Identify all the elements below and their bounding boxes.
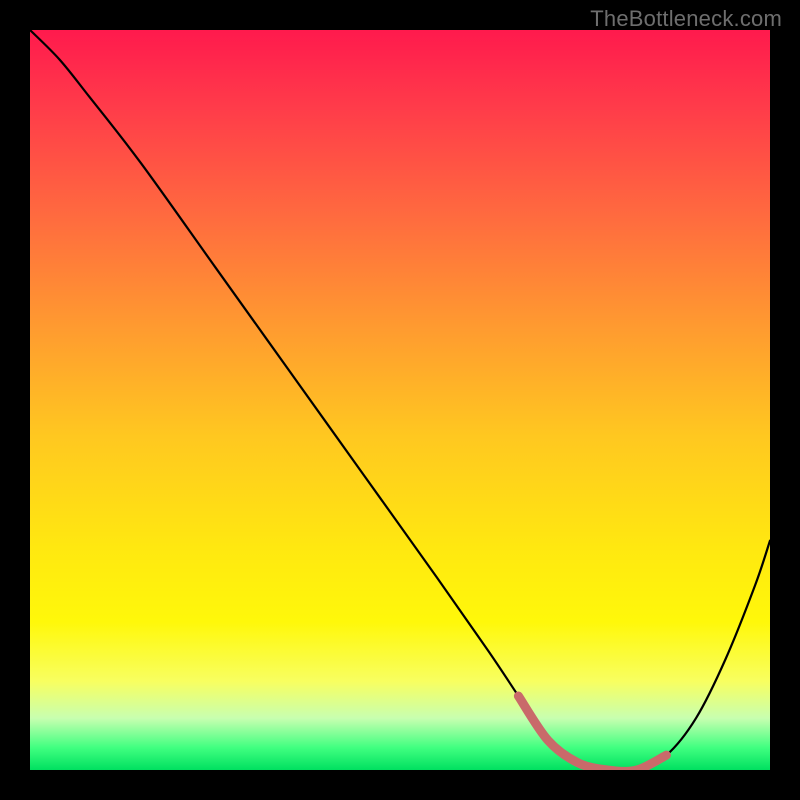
bottleneck-curve-highlight	[518, 696, 666, 770]
curve-svg	[30, 30, 770, 770]
bottleneck-curve-path	[30, 30, 770, 770]
watermark-text: TheBottleneck.com	[590, 6, 782, 32]
plot-area	[30, 30, 770, 770]
chart-frame: TheBottleneck.com	[0, 0, 800, 800]
